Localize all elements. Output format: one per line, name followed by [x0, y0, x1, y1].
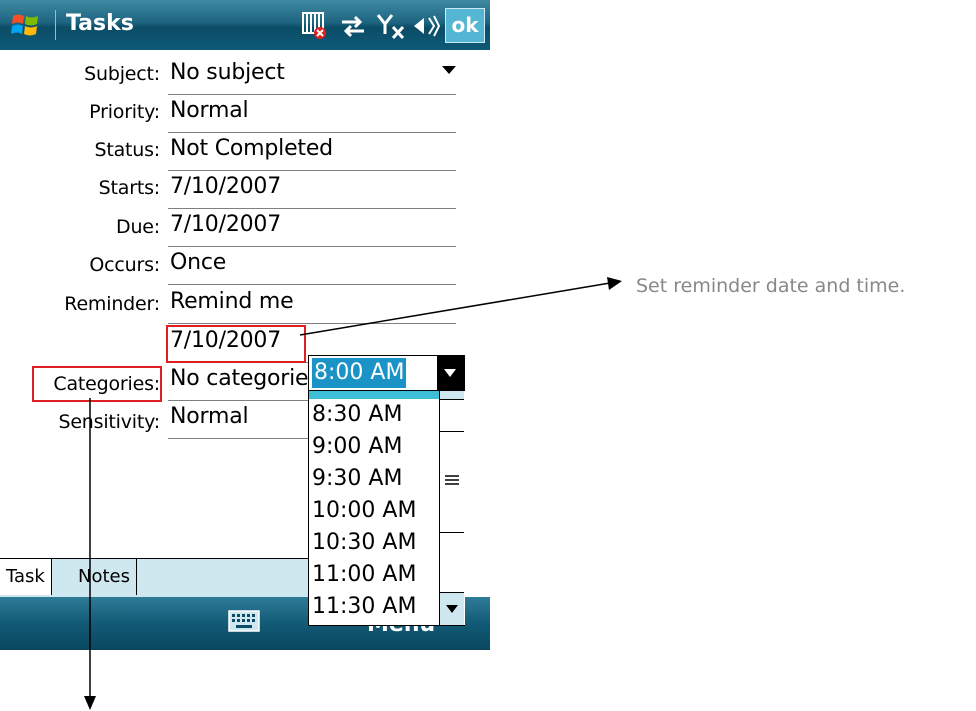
no-sim-icon [302, 12, 326, 39]
status-underline [168, 170, 456, 171]
starts-label: Starts: [98, 177, 161, 199]
subject-label: Subject: [84, 63, 160, 85]
reminder-label: Reminder: [64, 293, 160, 315]
priority-field[interactable]: Normal [170, 98, 249, 123]
subject-underline [168, 94, 456, 95]
time-option[interactable]: 11:00 AM [309, 559, 440, 591]
time-option[interactable]: 8:30 AM [309, 399, 440, 431]
status-field[interactable]: Not Completed [170, 136, 333, 161]
reminder-date-highlight [166, 325, 306, 363]
reminder-field[interactable]: Remind me [170, 289, 294, 314]
connectivity-icon[interactable] [340, 14, 366, 38]
reminder-underline [168, 323, 456, 324]
time-option[interactable]: 10:00 AM [309, 495, 440, 527]
time-dropdown-button[interactable] [437, 356, 464, 390]
volume-icon[interactable] [410, 12, 440, 40]
occurs-field[interactable]: Once [170, 250, 226, 275]
priority-label: Priority: [89, 101, 160, 123]
tab-task[interactable]: Task [0, 559, 52, 595]
time-option[interactable]: 11:30 AM [309, 591, 440, 623]
scrollbar[interactable] [439, 367, 465, 625]
ok-button[interactable]: ok [445, 8, 485, 43]
keyboard-icon[interactable] [228, 610, 260, 632]
due-underline [168, 246, 456, 247]
reminder-callout-text: Set reminder date and time. [636, 275, 906, 297]
reminder-time-combo[interactable]: 8:00 AM [308, 355, 465, 391]
sensitivity-field[interactable]: Normal [170, 404, 249, 429]
title-bar: Tasks ok [0, 0, 490, 50]
time-option[interactable]: 10:30 AM [309, 527, 440, 559]
tab-bar: Task Notes [0, 558, 308, 597]
scroll-down-button[interactable] [440, 592, 464, 625]
due-label: Due: [116, 216, 160, 238]
starts-underline [168, 208, 456, 209]
time-option[interactable]: 9:30 AM [309, 463, 440, 495]
tab-notes[interactable]: Notes [72, 559, 137, 595]
scroll-thumb[interactable] [440, 431, 464, 533]
arrow-down-icon [446, 605, 458, 613]
arrowhead-icon [607, 277, 622, 290]
time-option[interactable]: 9:00 AM [309, 431, 440, 463]
reminder-time-value[interactable]: 8:00 AM [312, 358, 407, 388]
status-label: Status: [94, 139, 160, 161]
categories-field[interactable]: No categorie [170, 366, 309, 391]
subject-field[interactable]: No subject [170, 60, 285, 85]
time-dropdown-list[interactable]: 8:00 AM 8:30 AM 9:00 AM 9:30 AM 10:00 AM… [308, 366, 465, 626]
sensitivity-label: Sensitivity: [58, 411, 160, 433]
occurs-underline [168, 284, 456, 285]
windows-start-icon[interactable] [10, 10, 40, 40]
categories-highlight [32, 366, 162, 402]
chevron-down-icon [444, 369, 456, 377]
chevron-down-icon[interactable] [442, 66, 456, 74]
signal-off-icon[interactable] [376, 12, 406, 40]
arrowhead-icon [84, 696, 96, 710]
title-separator [55, 10, 56, 40]
occurs-label: Occurs: [89, 254, 160, 276]
priority-underline [168, 132, 456, 133]
grip-icon [445, 475, 459, 485]
due-field[interactable]: 7/10/2007 [170, 212, 281, 237]
app-title: Tasks [66, 11, 134, 36]
starts-field[interactable]: 7/10/2007 [170, 174, 281, 199]
